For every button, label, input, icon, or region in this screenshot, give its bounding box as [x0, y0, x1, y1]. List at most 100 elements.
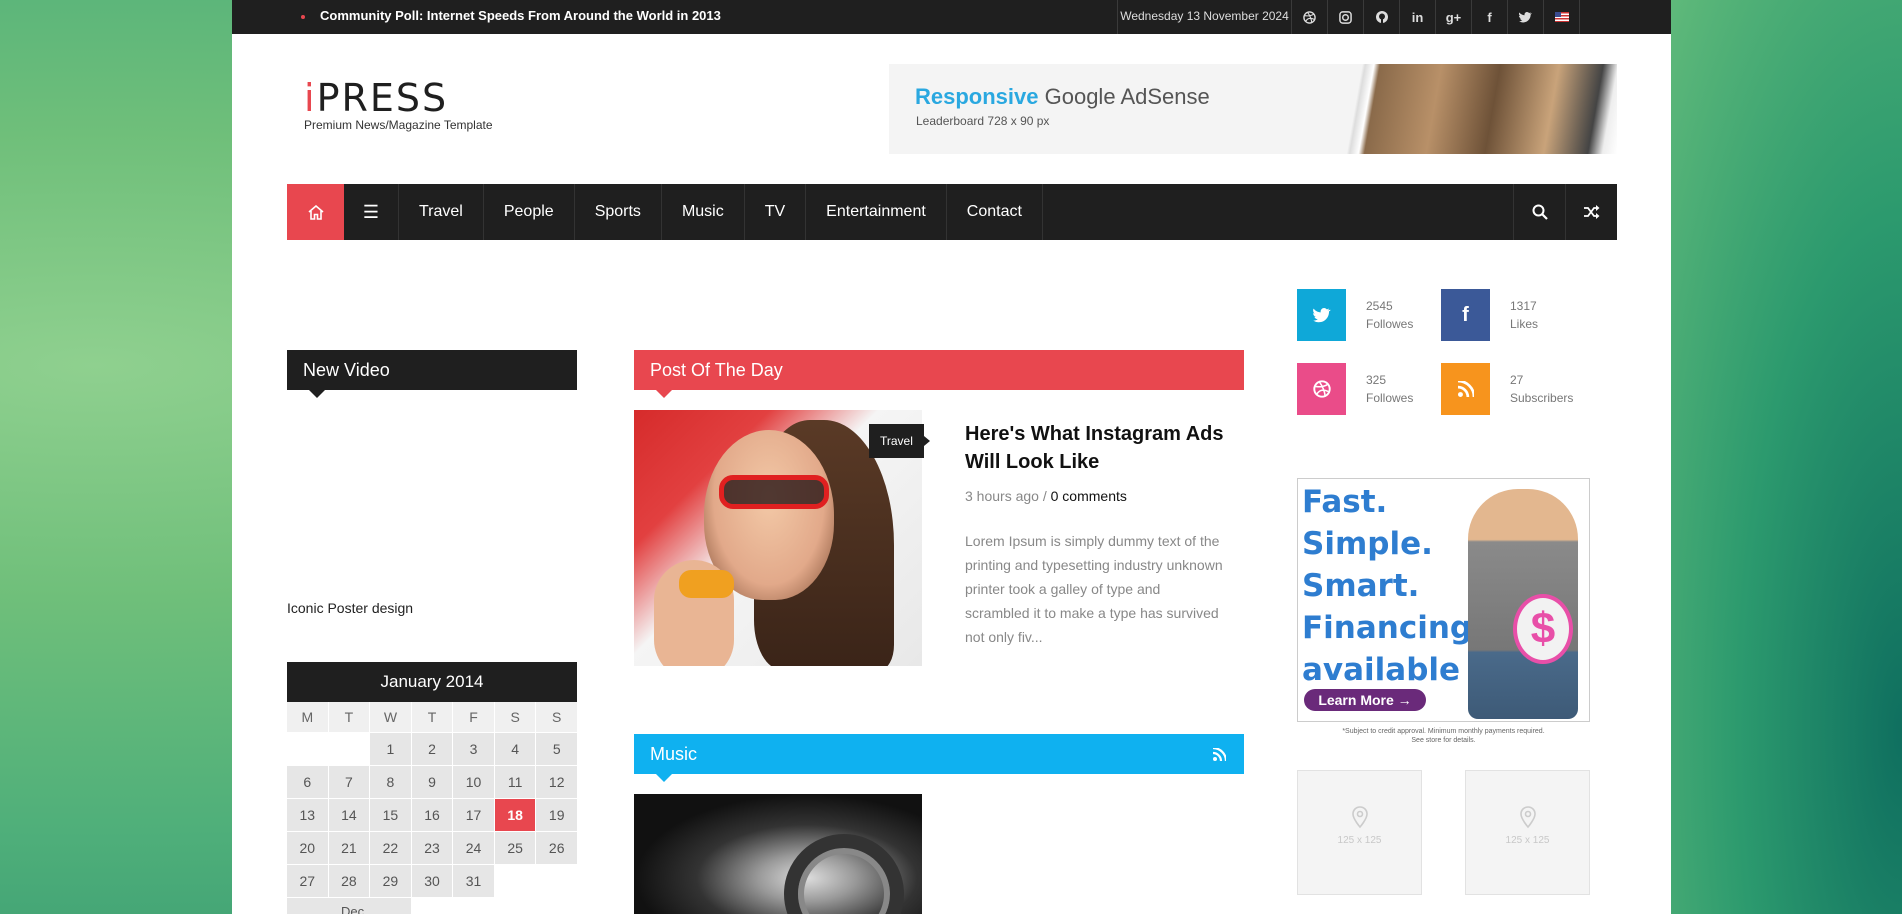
- post-comments-link[interactable]: 0 comments: [1051, 488, 1127, 504]
- dribbble-icon[interactable]: [1292, 0, 1328, 34]
- map-pin-icon: [1351, 806, 1368, 829]
- music-heading: Music: [634, 734, 1244, 782]
- counter-value: 27: [1510, 373, 1524, 387]
- calendar-grid: M T W T F S S 1 2 3 4 5 6 7 8 9 10 11 12 13 14 15 16 17 18 19 20 21…: [287, 702, 577, 897]
- calendar-day[interactable]: 31: [453, 865, 494, 897]
- ad-size-label: 125 x 125: [1505, 835, 1550, 846]
- twitter-counter[interactable]: 2545 Followes: [1297, 289, 1413, 341]
- top-social-icons: in g+ f: [1292, 0, 1580, 34]
- nav-item-contact[interactable]: Contact: [947, 184, 1043, 240]
- calendar-day[interactable]: 6: [287, 766, 328, 798]
- calendar-day[interactable]: 25: [494, 832, 536, 864]
- facebook-icon[interactable]: f: [1472, 0, 1508, 34]
- post-of-the-day-heading: Post Of The Day: [634, 350, 1244, 398]
- instagram-icon[interactable]: [1328, 0, 1364, 34]
- counter-value: 1317: [1510, 299, 1537, 313]
- calendar-day[interactable]: 5: [536, 733, 577, 765]
- dribbble-counter[interactable]: 325 Followes: [1297, 363, 1413, 415]
- home-button[interactable]: [287, 184, 344, 240]
- leaderboard-ad[interactable]: Responsive Google AdSense Leaderboard 72…: [889, 64, 1617, 154]
- site-logo[interactable]: iPress Premium News/Magazine Template: [304, 78, 493, 132]
- post-time: 3 hours ago /: [965, 488, 1051, 504]
- rss-icon[interactable]: [1213, 748, 1226, 761]
- calendar-weekday: T: [411, 702, 453, 732]
- nav-item-tv[interactable]: TV: [745, 184, 807, 240]
- post-meta: 3 hours ago / 0 comments: [965, 488, 1127, 504]
- calendar-day[interactable]: 10: [453, 766, 494, 798]
- calendar-blank: [287, 733, 328, 765]
- calendar-day[interactable]: 30: [411, 865, 453, 897]
- counter-value: 2545: [1366, 299, 1393, 313]
- calendar-day[interactable]: 11: [494, 766, 536, 798]
- rss-icon: [1441, 363, 1490, 415]
- nav-item-people[interactable]: People: [484, 184, 575, 240]
- calendar-day[interactable]: 14: [328, 799, 370, 831]
- twitter-icon[interactable]: [1508, 0, 1544, 34]
- nav-item-music[interactable]: Music: [662, 184, 745, 240]
- music-post-image[interactable]: [634, 794, 922, 914]
- search-icon: [1532, 204, 1548, 220]
- calendar-today[interactable]: 18: [494, 799, 536, 831]
- calendar-day[interactable]: 21: [328, 832, 370, 864]
- rss-counter[interactable]: 27 Subscribers: [1441, 363, 1573, 415]
- calendar-prev-link[interactable]: Dec: [287, 898, 411, 914]
- ad-headline: Fast. Simple. Smart. Financing available: [1302, 484, 1473, 688]
- counter-value: 325: [1366, 373, 1387, 387]
- video-caption[interactable]: Iconic Poster design: [287, 600, 413, 616]
- calendar-day[interactable]: 22: [370, 832, 411, 864]
- calendar-day[interactable]: 15: [370, 799, 411, 831]
- hamburger-icon: ☰: [362, 201, 380, 222]
- calendar-day[interactable]: 24: [453, 832, 494, 864]
- calendar-weekday: S: [536, 702, 577, 732]
- search-button[interactable]: [1513, 184, 1565, 240]
- counter-label: Followes: [1366, 317, 1414, 331]
- calendar-day[interactable]: 27: [287, 865, 328, 897]
- nav-item-entertainment[interactable]: Entertainment: [806, 184, 947, 240]
- nav-item-sports[interactable]: Sports: [575, 184, 662, 240]
- random-post-button[interactable]: [1565, 184, 1617, 240]
- us-flag-icon[interactable]: [1544, 0, 1580, 34]
- calendar-day[interactable]: 17: [453, 799, 494, 831]
- calendar-day[interactable]: 13: [287, 799, 328, 831]
- small-ad-2[interactable]: 125 x 125: [1465, 770, 1590, 895]
- calendar-month: January 2014: [287, 662, 577, 702]
- calendar-day[interactable]: 1: [370, 733, 411, 765]
- calendar-weekday: T: [328, 702, 370, 732]
- facebook-counter[interactable]: f 1317 Likes: [1441, 289, 1538, 341]
- linkedin-icon[interactable]: in: [1400, 0, 1436, 34]
- sidebar-ad[interactable]: Fast. Simple. Smart. Financing available $ L…: [1297, 478, 1590, 722]
- facebook-icon: f: [1441, 289, 1490, 341]
- breaking-news-link[interactable]: Community Poll: Internet Speeds From Aro…: [320, 8, 721, 23]
- calendar-day[interactable]: 19: [536, 799, 577, 831]
- menu-toggle[interactable]: ☰: [344, 184, 399, 240]
- post-title[interactable]: Here's What Instagram Ads Will Look Like: [965, 420, 1235, 476]
- calendar-day[interactable]: 9: [411, 766, 453, 798]
- nav-menu: Travel People Sports Music TV Entertainm…: [399, 184, 1043, 240]
- calendar-day[interactable]: 26: [536, 832, 577, 864]
- calendar-day[interactable]: 28: [328, 865, 370, 897]
- calendar-day[interactable]: 3: [453, 733, 494, 765]
- learn-more-button[interactable]: Learn More →: [1304, 689, 1426, 711]
- shuffle-icon: [1583, 205, 1599, 219]
- calendar-day[interactable]: 4: [494, 733, 536, 765]
- category-tag[interactable]: Travel: [869, 424, 930, 458]
- map-pin-icon: [1519, 806, 1536, 829]
- calendar-day[interactable]: 2: [411, 733, 453, 765]
- calendar-day[interactable]: 29: [370, 865, 411, 897]
- new-video-heading: New Video: [287, 350, 577, 398]
- calendar-day[interactable]: 23: [411, 832, 453, 864]
- calendar-day[interactable]: 7: [328, 766, 370, 798]
- small-ad-1[interactable]: 125 x 125: [1297, 770, 1422, 895]
- calendar-day[interactable]: 16: [411, 799, 453, 831]
- calendar-day[interactable]: 8: [370, 766, 411, 798]
- calendar-weekday: M: [287, 702, 328, 732]
- logo-tagline: Premium News/Magazine Template: [304, 118, 493, 132]
- calendar-day[interactable]: 12: [536, 766, 577, 798]
- image-bangle: [679, 570, 734, 598]
- page-background-right: [1671, 0, 1902, 914]
- bullet-icon: [301, 15, 305, 19]
- google-plus-icon[interactable]: g+: [1436, 0, 1472, 34]
- calendar-day[interactable]: 20: [287, 832, 328, 864]
- nav-item-travel[interactable]: Travel: [399, 184, 484, 240]
- github-icon[interactable]: [1364, 0, 1400, 34]
